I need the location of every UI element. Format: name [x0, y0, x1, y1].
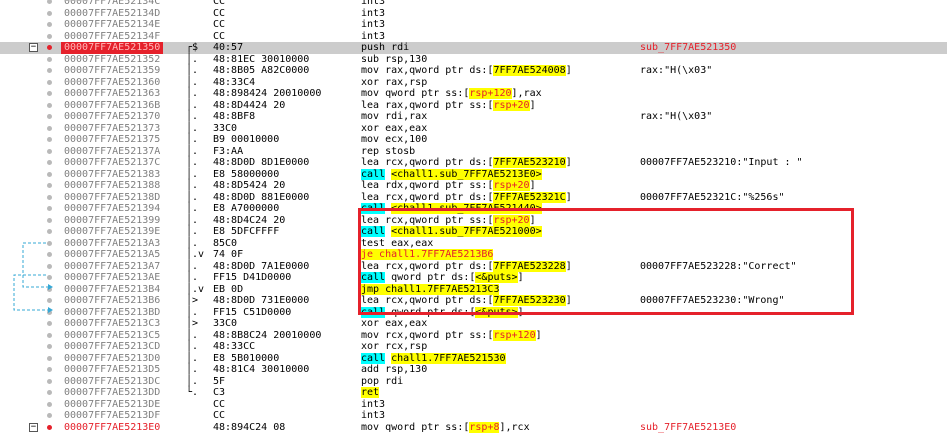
- instruction-comment: sub_7FF7AE5213E0: [640, 422, 736, 433]
- jump-arrow-head-icon: [48, 307, 53, 313]
- instruction-token: ],rcx: [499, 422, 529, 433]
- instruction-bytes: 48:894C24 08: [213, 422, 285, 433]
- jump-arrow-icon: [23, 243, 48, 287]
- annotation-highlight-box: [358, 208, 854, 315]
- instruction-text: mov qword ptr ss:[rsp+8],rcx: [361, 422, 530, 433]
- instruction-token: rsp+8: [469, 422, 499, 433]
- instruction-token: mov qword ptr ss:[: [361, 422, 469, 433]
- instruction-address: 00007FF7AE5213E0: [64, 422, 160, 433]
- jump-arrows: [0, 0, 947, 407]
- instruction-token: int3: [361, 410, 385, 421]
- breakpoint-dot-icon[interactable]: [47, 413, 52, 418]
- instruction-address: 00007FF7AE5213DF: [64, 410, 160, 422]
- instruction-text: int3: [361, 410, 385, 422]
- jump-arrow-head-icon: [48, 284, 53, 290]
- disasm-row[interactable]: 00007FF7AE5213DF CC int3: [0, 410, 947, 422]
- row-gutter[interactable]: [0, 410, 58, 422]
- collapse-box-icon[interactable]: −: [29, 423, 38, 432]
- jump-arrow-icon: [14, 275, 48, 310]
- instruction-bytes: CC: [213, 410, 225, 422]
- breakpoint-dot-icon[interactable]: [47, 425, 52, 430]
- row-gutter[interactable]: −: [0, 422, 58, 433]
- disasm-row[interactable]: − 00007FF7AE5213E0 48:894C24 08 mov qword p…: [0, 422, 947, 433]
